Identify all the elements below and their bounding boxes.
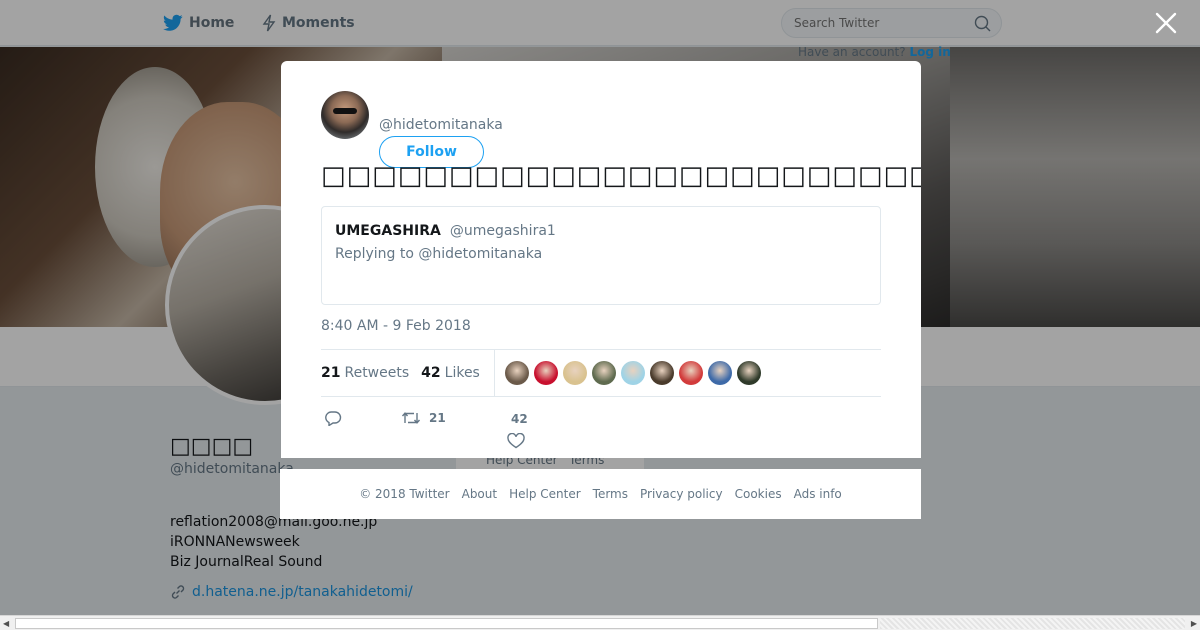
stats-divider — [493, 349, 495, 397]
tweet-actions: 21 42 — [321, 406, 881, 454]
tweet-stats: 21 Retweets 42 Likes — [321, 349, 881, 397]
quoted-author: UMEGASHIRA @umegashira1 — [335, 220, 867, 239]
reply-icon — [325, 411, 342, 426]
scroll-left-arrow-icon[interactable]: ◀ — [3, 619, 9, 628]
footer-about-link[interactable]: About — [462, 487, 497, 501]
retweets-count: 21 — [321, 365, 341, 381]
liker-avatar[interactable] — [620, 361, 645, 385]
footer-privacy-link[interactable]: Privacy policy — [640, 487, 723, 501]
author-avatar[interactable] — [321, 91, 369, 139]
horizontal-scrollbar[interactable]: ◀ ▶ — [0, 615, 1200, 630]
scroll-right-arrow-icon[interactable]: ▶ — [1191, 619, 1197, 628]
likes-label: Likes — [444, 365, 480, 381]
retweet-action-count: 21 — [429, 411, 446, 425]
liker-avatar[interactable] — [562, 361, 587, 385]
retweet-icon — [401, 412, 421, 424]
close-icon[interactable] — [1153, 10, 1179, 36]
liker-avatar[interactable] — [649, 361, 674, 385]
liker-avatar[interactable] — [736, 361, 761, 385]
footer-help-center-link[interactable]: Help Center — [509, 487, 581, 501]
heart-icon — [507, 433, 525, 449]
liker-avatar[interactable] — [533, 361, 558, 385]
footer-cookies-link[interactable]: Cookies — [735, 487, 782, 501]
retweets-stat[interactable]: 21 Retweets — [321, 365, 409, 381]
scrollbar-track[interactable] — [880, 618, 1185, 629]
footer-ads-info-link[interactable]: Ads info — [794, 487, 842, 501]
scrollbar-thumb[interactable] — [15, 618, 878, 629]
liker-avatar[interactable] — [504, 361, 529, 385]
quoted-reply-context: Replying to @hidetomitanaka — [335, 246, 543, 262]
liker-avatars — [504, 361, 766, 385]
tweet-timestamp: 8:40 AM - 9 Feb 2018 — [321, 318, 471, 334]
tweet-permalink-modal: @hidetomitanaka Follow □□□□□□□□□□□□□□□□□… — [281, 61, 921, 458]
like-button[interactable] — [507, 433, 525, 449]
tweet-text: □□□□□□□□□□□□□□□□□□□□□□□□□□□□□□□□□□□□□□□□… — [321, 161, 921, 191]
retweet-button[interactable]: 21 — [401, 410, 446, 426]
likes-count: 42 — [421, 365, 441, 381]
footer-terms-link[interactable]: Terms — [593, 487, 628, 501]
liker-avatar[interactable] — [707, 361, 732, 385]
footer-copyright: © 2018 Twitter — [359, 487, 450, 501]
likes-stat[interactable]: 42 Likes — [421, 365, 480, 381]
quoted-tweet[interactable]: UMEGASHIRA @umegashira1 Replying to @hid… — [321, 206, 881, 305]
liker-avatar[interactable] — [591, 361, 616, 385]
like-action-count: 42 — [511, 412, 528, 426]
reply-button[interactable] — [324, 410, 342, 426]
author-handle[interactable]: @hidetomitanaka — [379, 117, 503, 133]
modal-footer: © 2018 Twitter About Help Center Terms P… — [280, 469, 921, 519]
quoted-author-handle: @umegashira1 — [449, 223, 556, 239]
liker-avatar[interactable] — [678, 361, 703, 385]
quoted-author-name: UMEGASHIRA — [335, 223, 441, 239]
retweets-label: Retweets — [344, 365, 410, 381]
